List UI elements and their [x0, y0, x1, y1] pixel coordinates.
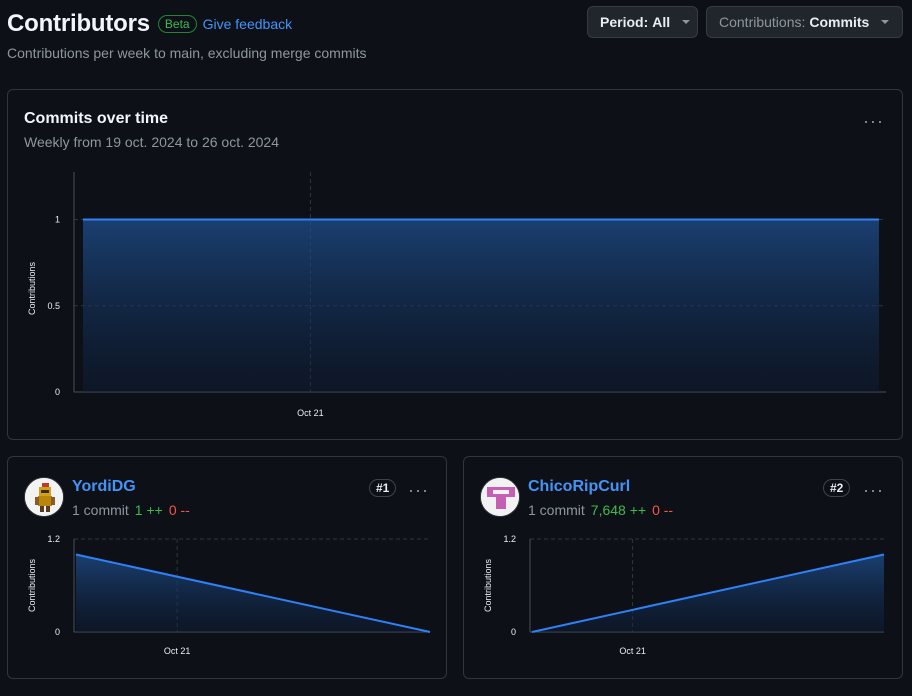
beta-badge: Beta — [157, 15, 197, 33]
y-tick-label: 1.2 — [47, 534, 60, 544]
chevron-down-icon — [682, 20, 691, 24]
y-tick-label: 0 — [55, 627, 60, 637]
contributions-select-button[interactable]: Contributions: Commits — [706, 6, 903, 38]
y-tick-label: 0.5 — [47, 301, 60, 311]
y-axis-label: Contributions — [483, 558, 493, 612]
y-tick-label: 0 — [55, 387, 60, 397]
x-tick-label: Oct 21 — [297, 408, 324, 418]
commits-over-time-card: Commits over time Weekly from 19 oct. 20… — [7, 89, 903, 440]
period-value: All — [652, 14, 671, 30]
y-tick-label: 1.2 — [503, 534, 516, 544]
contributor-card: YordiDG 1 commit 1 ++ 0 -- #1 ··· 0 1.2 Oc… — [7, 456, 447, 679]
x-tick-label: Oct 21 — [164, 646, 191, 656]
y-tick-label: 0 — [511, 627, 516, 637]
y-axis-label: Contributions — [27, 558, 37, 612]
commits-chart: 0 0.5 1 Oct 21 Contributions — [27, 172, 886, 418]
chevron-down-icon — [881, 20, 890, 24]
x-tick-label: Oct 21 — [619, 646, 646, 656]
period-label: Period: — [600, 14, 649, 30]
contributor-chart: 0 1.2 Oct 21 Contributions — [483, 534, 885, 656]
contributor-card: ChicoRipCurl 1 commit 7,648 ++ 0 -- #2 ·… — [463, 456, 903, 679]
contributor-chart: 0 1.2 Oct 21 Contributions — [27, 534, 431, 656]
page-subtitle: Contributions per week to main, excludin… — [7, 45, 367, 61]
give-feedback-link[interactable]: Give feedback — [203, 16, 293, 32]
y-axis-label: Contributions — [27, 261, 37, 315]
period-select-button[interactable]: Period: All — [587, 6, 698, 38]
series-area — [83, 219, 879, 392]
y-tick-label: 1 — [55, 215, 60, 225]
contributions-value: Commits — [809, 14, 870, 30]
contributions-label: Contributions: — [719, 14, 806, 30]
page-title: Contributors — [7, 10, 150, 37]
